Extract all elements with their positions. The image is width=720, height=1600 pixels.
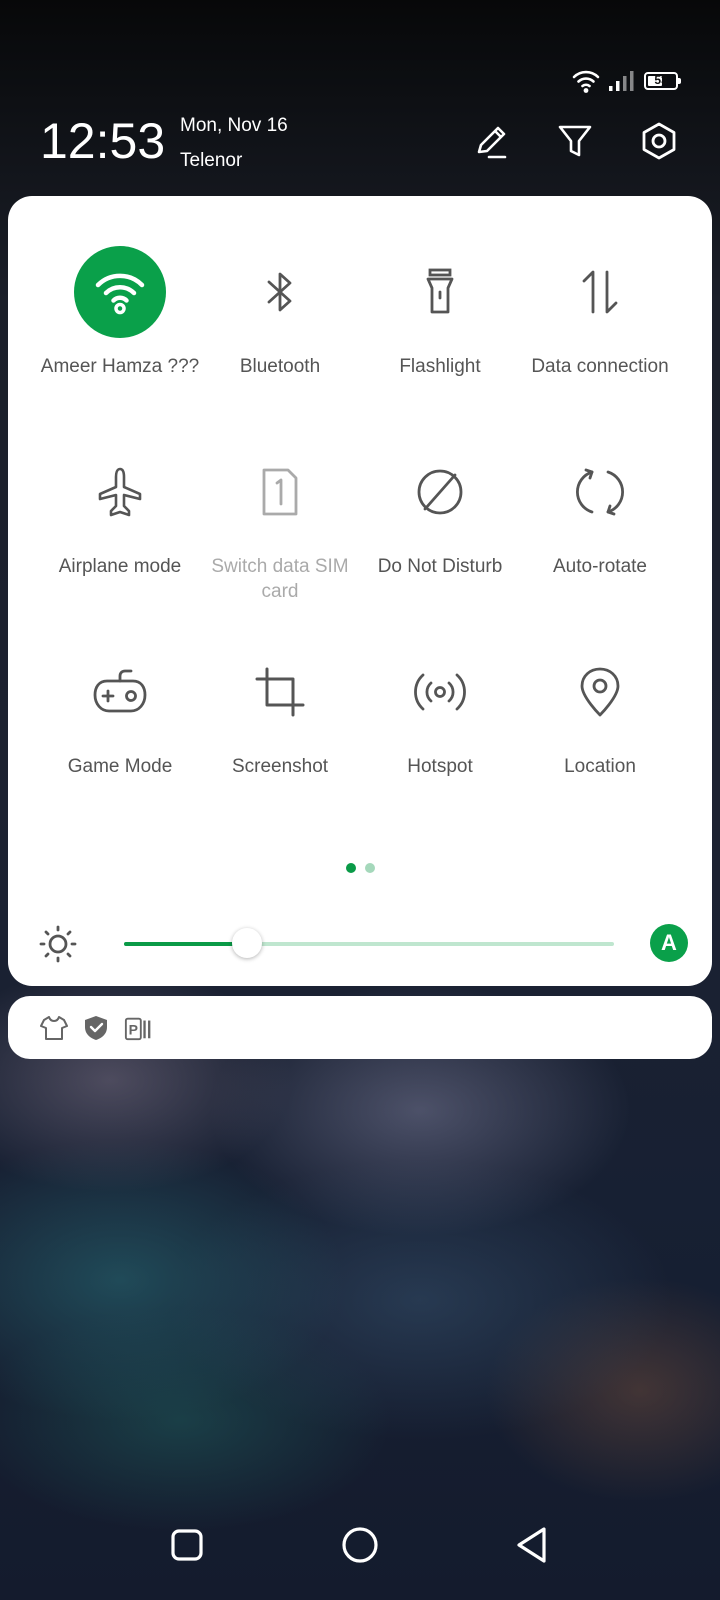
navigation-bar [0,1490,720,1600]
notification-icons-strip[interactable]: P [8,996,712,1059]
airplane-icon [98,467,142,517]
cellular-signal-icon [609,71,634,91]
hotspot-icon [414,673,466,711]
tile-data-toggle[interactable] [554,246,646,338]
filter-button[interactable] [554,120,596,162]
tile-flashlight-toggle[interactable] [394,246,486,338]
quick-settings-panel: Ameer Hamza ??? Bluetooth Flashlight Dat… [8,196,712,986]
tile-label: Do Not Disturb [377,556,503,577]
page-dot-active[interactable] [345,863,356,873]
tile-label: Game Mode [67,756,173,777]
tile-screenshot[interactable]: Screenshot [200,646,360,846]
tile-game-mode[interactable]: Game Mode [40,646,200,846]
header-actions [470,120,680,162]
bluetooth-icon [267,272,292,312]
tile-location-toggle[interactable] [554,646,646,738]
page-dot[interactable] [364,863,375,873]
tile-bluetooth[interactable]: Bluetooth [200,246,360,446]
tile-label: Flashlight [399,356,481,377]
shield-check-icon [82,1014,110,1042]
tile-flashlight[interactable]: Flashlight [360,246,520,446]
gamepad-icon [93,669,147,713]
wifi-icon [95,273,145,315]
settings-button[interactable] [638,120,680,162]
tile-hotspot[interactable]: Hotspot [360,646,520,846]
home-icon [342,1527,378,1563]
back-button[interactable] [503,1515,563,1575]
data-connection-icon [582,270,618,314]
tile-wifi[interactable]: Ameer Hamza ??? [40,246,200,446]
tile-location[interactable]: Location [520,646,680,846]
tile-label: Airplane mode [58,556,182,577]
crop-icon [255,667,305,717]
battery-icon: 53 [644,72,681,90]
tile-label: Hotspot [407,756,473,777]
brightness-slider-thumb[interactable] [231,928,262,958]
settings-icon [642,122,676,160]
tile-do-not-disturb[interactable]: Do Not Disturb [360,446,520,646]
tile-auto-rotate[interactable]: Auto-rotate [520,446,680,646]
carrier-name: Telenor [180,150,243,171]
filter-icon [558,125,592,157]
svg-text:P: P [129,1021,138,1037]
battery-percent: 53 [654,73,668,87]
tshirt-icon [40,1014,68,1042]
quick-settings-grid: Ameer Hamza ??? Bluetooth Flashlight Dat… [8,246,712,846]
tile-data-connection[interactable]: Data connection [520,246,680,446]
edit-icon [477,126,507,159]
brightness-sun-icon [39,925,77,963]
tile-hotspot-toggle[interactable] [394,646,486,738]
brightness-slider[interactable] [124,928,614,958]
brightness-control: A [38,916,688,972]
tile-label: Bluetooth [239,356,321,377]
tile-label: Ameer Hamza ??? [40,356,200,377]
tile-sim-toggle[interactable] [234,446,326,538]
sim-card-icon [262,468,298,516]
tile-rotate-toggle[interactable] [554,446,646,538]
page-indicator [8,863,712,873]
recents-button[interactable] [157,1515,217,1575]
tile-game-toggle[interactable] [74,646,166,738]
do-not-disturb-icon [417,469,463,515]
parking-app-icon: P [124,1014,152,1042]
wifi-icon [572,70,600,93]
tile-switch-data-sim[interactable]: Switch data SIM card [200,446,360,646]
tile-bluetooth-toggle[interactable] [234,246,326,338]
tile-screenshot-button[interactable] [234,646,326,738]
tile-label: Screenshot [231,756,329,777]
back-icon [517,1527,546,1563]
home-button[interactable] [330,1515,390,1575]
tile-label: Switch data SIM card [211,556,349,602]
edit-button[interactable] [470,120,512,162]
tile-label: Auto-rotate [553,556,647,577]
auto-brightness-button[interactable]: A [650,924,688,962]
flashlight-icon [426,268,454,314]
auto-rotate-icon [576,468,624,516]
tile-label: Data connection [531,356,669,377]
status-bar: 53 [572,68,681,94]
recents-icon [171,1529,203,1561]
clock[interactable]: 12:53 [40,112,165,170]
tile-label: Location [564,756,636,777]
date[interactable]: Mon, Nov 16 [180,115,288,137]
tile-wifi-toggle[interactable] [74,246,166,338]
tile-airplane-mode[interactable]: Airplane mode [40,446,200,646]
brightness-slider-fill [124,942,247,946]
location-pin-icon [580,667,620,717]
tile-dnd-toggle[interactable] [394,446,486,538]
tile-airplane-toggle[interactable] [74,446,166,538]
